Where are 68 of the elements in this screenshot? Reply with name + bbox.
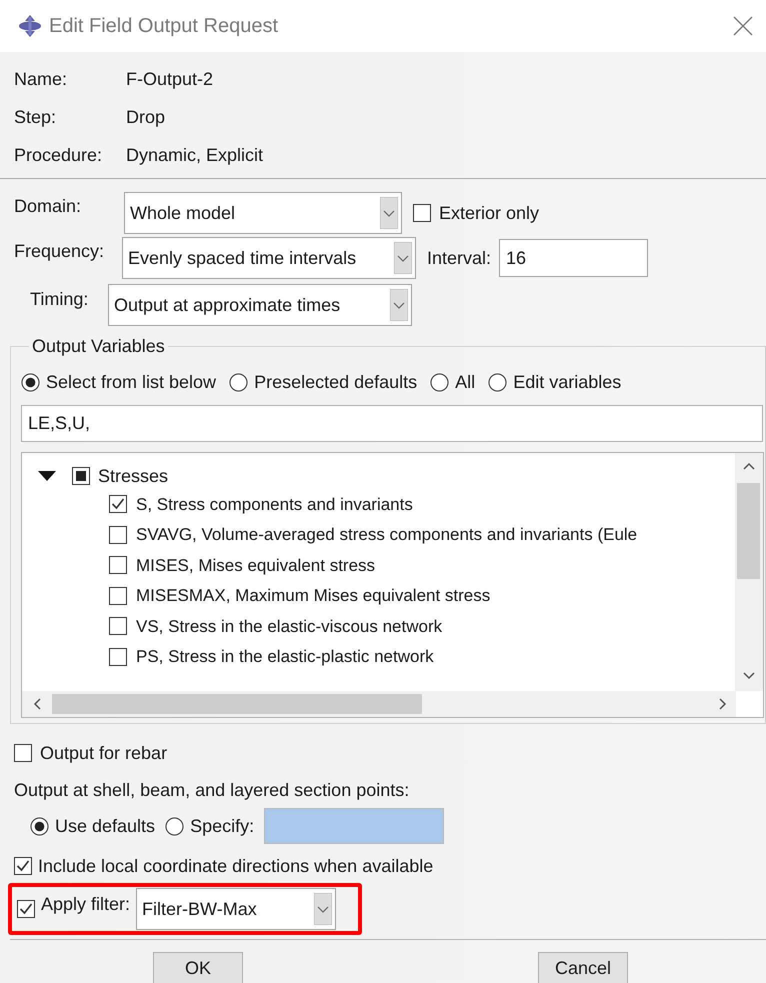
variables-field[interactable]: LE,S,U,	[21, 405, 763, 442]
dialog-button[interactable]: OK	[153, 952, 243, 983]
radio-button[interactable]	[430, 372, 450, 392]
caret-icon	[314, 893, 332, 925]
radio-button[interactable]	[229, 372, 248, 392]
domain-dropdown[interactable]: Whole model	[124, 192, 402, 234]
app-icon	[18, 14, 42, 38]
checkbox-label: Include local coordinate directions when available	[38, 854, 434, 878]
tree-item[interactable]: MISESMAX, Maximum Mises equivalent stress	[136, 583, 490, 608]
scroll-right-icon[interactable]	[718, 697, 728, 711]
radio-button[interactable]	[30, 816, 49, 836]
field-label: Domain:	[14, 195, 82, 218]
window-title: Edit Field Output Request	[49, 14, 280, 39]
checkbox[interactable]	[109, 648, 127, 666]
checkbox[interactable]	[17, 900, 35, 918]
expander-icon[interactable]	[38, 470, 56, 482]
radio-button[interactable]	[165, 816, 184, 836]
scroll-down-icon[interactable]	[742, 671, 756, 681]
field-label: Timing:	[30, 288, 90, 311]
field-label: Step:	[14, 106, 58, 129]
specify-field[interactable]	[264, 808, 444, 844]
tree-item[interactable]: Stresses	[98, 462, 168, 490]
tree-item[interactable]: S, Stress components and invariants	[136, 492, 413, 517]
checkbox-label: Apply filter:	[41, 893, 130, 916]
close-icon[interactable]	[732, 15, 754, 37]
radio-label: Preselected defaults	[254, 370, 418, 394]
section-label: Output at shell, beam, and layered section points:	[13, 779, 410, 802]
filter-dropdown[interactable]: Filter-BW-Max	[136, 888, 336, 930]
tree-item[interactable]: MISES, Mises equivalent stress	[136, 552, 376, 578]
radio-label: All	[455, 370, 476, 394]
checkbox[interactable]	[109, 586, 127, 605]
tree-item[interactable]: PS, Stress in the elastic-plastic network	[136, 644, 434, 670]
radio-label: Specify:	[190, 814, 254, 838]
checkbox[interactable]	[72, 467, 90, 485]
scroll-up-icon[interactable]	[742, 461, 756, 471]
scroll-left-icon[interactable]	[32, 697, 42, 711]
checkbox[interactable]	[14, 744, 32, 762]
radio-button[interactable]	[488, 372, 508, 392]
field-value: Drop	[126, 106, 166, 129]
checkbox-label: Exterior only	[439, 202, 540, 225]
field-label: Procedure:	[14, 144, 104, 166]
checkbox[interactable]	[109, 617, 127, 636]
radio-label: Select from list below	[46, 370, 216, 394]
dialog-button[interactable]: Cancel	[538, 952, 628, 983]
horizontal-scrollbar[interactable]	[22, 691, 736, 717]
tree-item[interactable]: SVAVG, Volume-averaged stress components and invariants (Eule	[136, 522, 638, 548]
caret-icon	[380, 197, 398, 229]
caret-icon	[394, 242, 412, 274]
field-label: Frequency:	[14, 240, 106, 263]
radio-button[interactable]	[21, 372, 40, 392]
frequency-dropdown[interactable]: Evenly spaced time intervals	[122, 237, 416, 279]
field-label: Interval:	[427, 246, 492, 270]
interval-field[interactable]: 16	[499, 239, 648, 277]
tree-item[interactable]: VS, Stress in the elastic-viscous network	[136, 614, 442, 639]
checkbox[interactable]	[413, 204, 431, 222]
checkbox[interactable]	[14, 857, 32, 875]
vertical-scrollbar[interactable]	[735, 453, 763, 691]
caret-icon	[390, 289, 408, 321]
field-value: F-Output-2	[126, 68, 214, 91]
timing-dropdown[interactable]: Output at approximate times	[108, 284, 412, 326]
field-label: Name:	[14, 68, 68, 90]
radio-label: Use defaults	[55, 814, 156, 838]
checkbox-label: Output for rebar	[40, 742, 168, 765]
checkbox[interactable]	[109, 495, 127, 514]
radio-label: Edit variables	[513, 370, 622, 394]
checkbox[interactable]	[109, 526, 127, 544]
field-value: Dynamic, Explicit	[126, 144, 264, 167]
checkbox[interactable]	[109, 556, 127, 574]
